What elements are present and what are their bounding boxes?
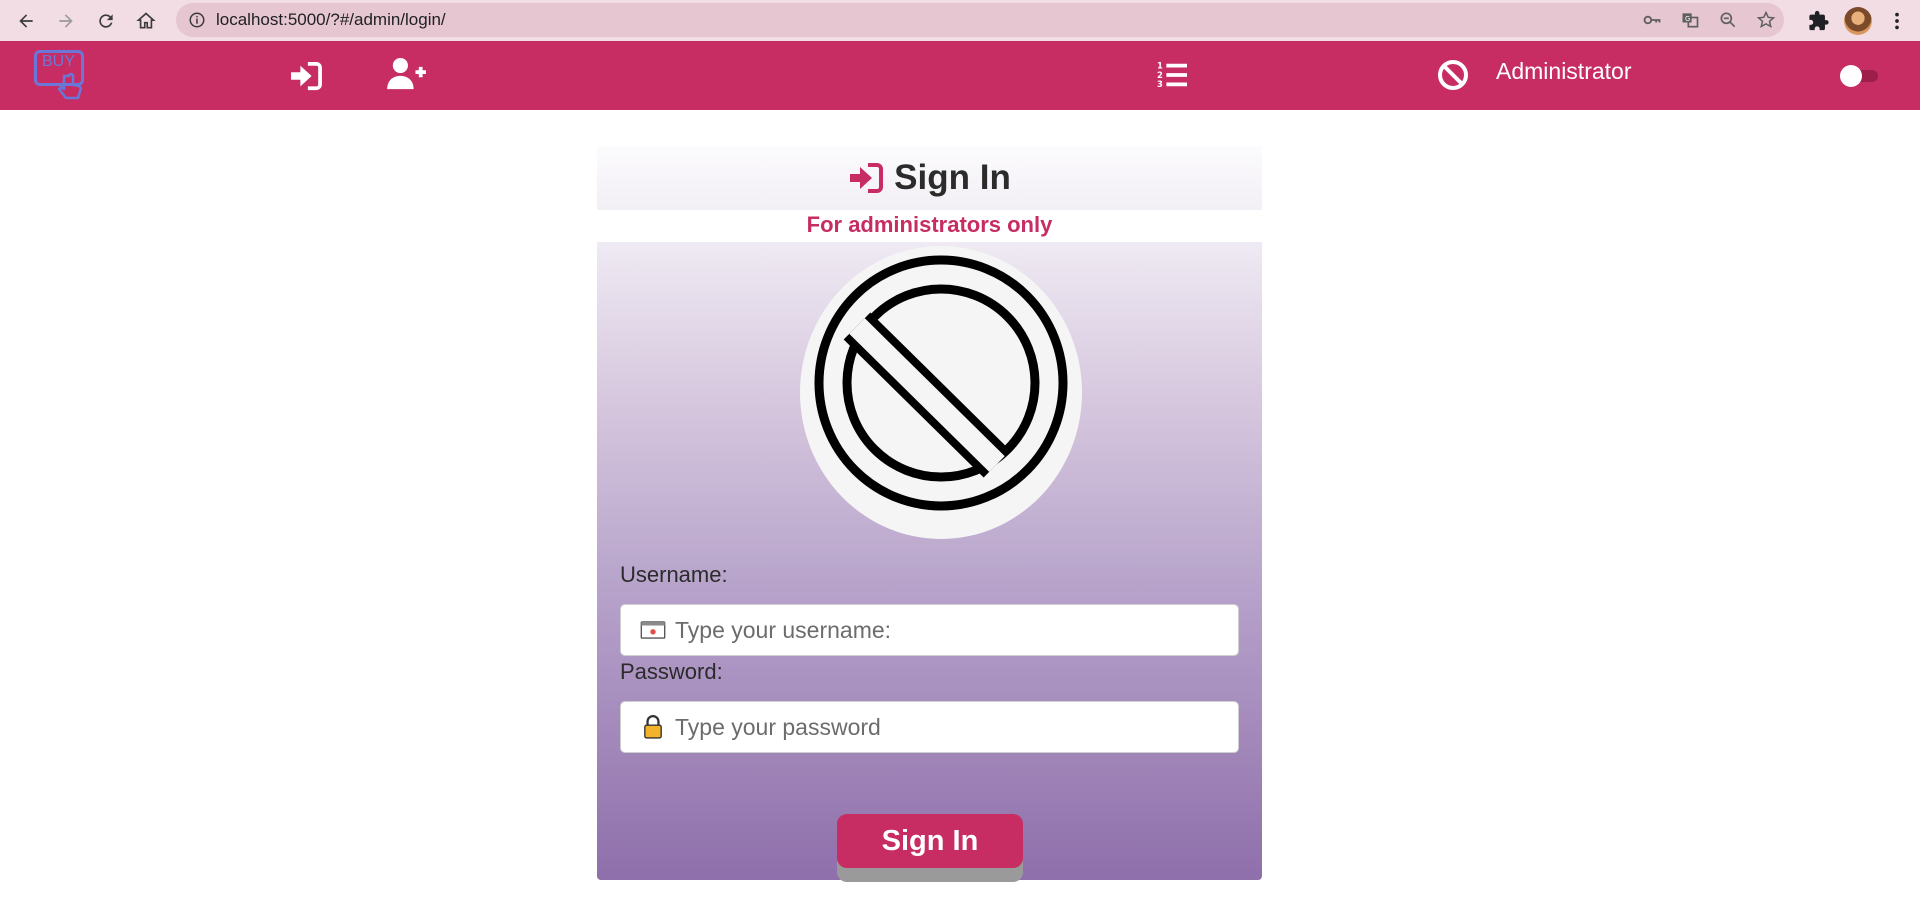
nav-admin-ban[interactable] — [1436, 55, 1470, 95]
forward-button[interactable] — [46, 0, 86, 41]
menu-icon[interactable] — [1886, 10, 1908, 32]
extensions-icon[interactable] — [1808, 10, 1830, 32]
svg-text:G: G — [1685, 15, 1690, 23]
nav-sign-in[interactable] — [288, 55, 324, 97]
sign-in-icon — [291, 61, 322, 91]
card-body: Username: Type your username: Password: … — [597, 242, 1262, 882]
username-placeholder: Type your username: — [675, 616, 892, 643]
zoom-out-icon[interactable] — [1718, 10, 1738, 30]
username-label: Username: — [620, 562, 728, 587]
username-field[interactable]: Type your username: — [620, 604, 1239, 656]
ban-icon — [1438, 60, 1468, 90]
id-card-icon — [639, 617, 667, 643]
browser-toolbar: localhost:5000/?#/admin/login/ G — [0, 0, 1920, 41]
forward-icon — [59, 13, 73, 28]
url-text[interactable]: localhost:5000/?#/admin/login/ — [216, 10, 446, 30]
star-icon[interactable] — [1756, 10, 1776, 30]
translate-icon[interactable]: G — [1680, 10, 1700, 30]
ordered-list-icon: 1 2 3 — [1157, 60, 1187, 89]
reload-icon — [99, 13, 113, 28]
sign-in-icon — [850, 163, 884, 193]
logo-text: BUY — [42, 53, 75, 70]
password-placeholder: Type your password — [675, 713, 881, 740]
back-icon — [19, 13, 33, 28]
app-navbar: BUY 1 2 3 Administrator — [0, 41, 1920, 110]
page-title: Sign In — [894, 158, 1011, 197]
password-field[interactable]: Type your password — [620, 701, 1239, 753]
pointing-hand-icon — [57, 72, 83, 100]
card-header: Sign In — [597, 146, 1262, 210]
address-bar[interactable]: localhost:5000/?#/admin/login/ G — [176, 3, 1784, 37]
profile-avatar[interactable] — [1844, 6, 1872, 35]
toggle-knob — [1840, 65, 1862, 87]
lock-icon — [639, 714, 667, 740]
buy-logo[interactable]: BUY — [34, 48, 88, 104]
admin-only-notice: For administrators only — [806, 212, 1053, 237]
info-icon[interactable] — [188, 11, 206, 29]
sign-in-card: Sign In For administrators only Username… — [597, 146, 1262, 882]
back-button[interactable] — [6, 0, 46, 41]
home-icon — [136, 11, 156, 28]
sign-in-button[interactable]: Sign In — [837, 814, 1023, 868]
reload-button[interactable] — [86, 0, 126, 41]
admin-nav-label[interactable]: Administrator — [1496, 58, 1631, 85]
ban-illustration — [800, 246, 1082, 539]
nav-orders[interactable]: 1 2 3 — [1154, 55, 1190, 95]
ban-icon — [814, 255, 1068, 511]
home-button[interactable] — [126, 0, 166, 41]
theme-toggle[interactable] — [1840, 65, 1880, 87]
nav-register[interactable] — [386, 53, 428, 95]
password-label: Password: — [620, 659, 723, 684]
svg-text:3: 3 — [1157, 79, 1163, 89]
key-icon[interactable] — [1642, 10, 1662, 30]
add-user-icon — [387, 57, 426, 90]
